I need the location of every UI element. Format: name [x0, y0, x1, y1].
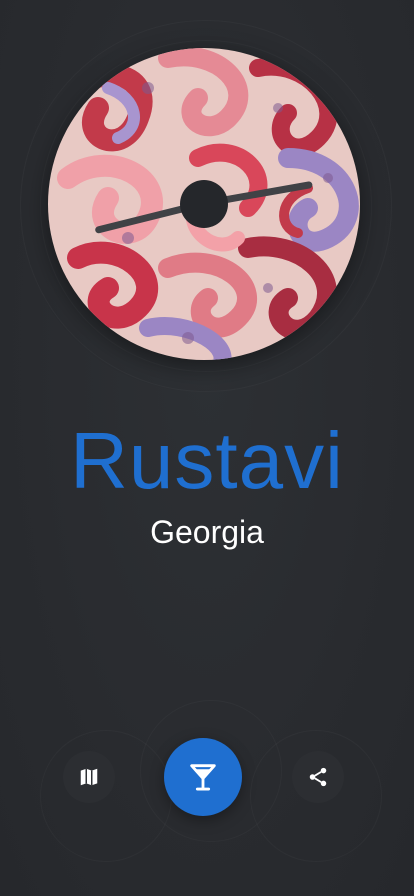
map-icon [80, 768, 98, 786]
map-button[interactable] [63, 751, 115, 803]
country-name: Georgia [150, 514, 264, 550]
cocktail-glass-icon [190, 764, 216, 791]
drink-button[interactable] [164, 738, 242, 816]
app-screen: Rustavi Georgia [0, 0, 414, 896]
dial-hub [180, 180, 228, 228]
share-icon [309, 767, 327, 787]
city-name: Rustavi [70, 416, 344, 505]
share-button[interactable] [292, 751, 344, 803]
